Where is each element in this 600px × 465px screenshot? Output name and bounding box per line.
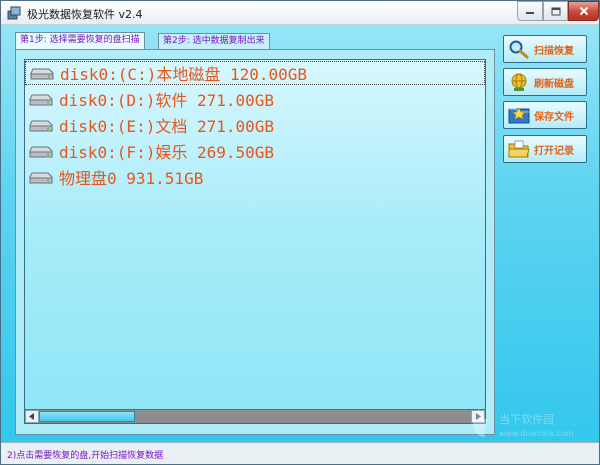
- save-folder-icon: [508, 107, 530, 124]
- list-item[interactable]: disk0:(F:)娱乐 269.50GB: [25, 138, 485, 164]
- save-file-button[interactable]: 保存文件: [503, 101, 587, 129]
- refresh-disk-button[interactable]: 刷新磁盘: [503, 68, 587, 96]
- tab-step-2[interactable]: 第2步: 选中数据复制出来: [158, 33, 270, 49]
- save-file-label: 保存文件: [534, 111, 574, 123]
- maximize-button[interactable]: [543, 1, 568, 21]
- disk-list[interactable]: disk0:(C:)本地磁盘 120.00GB disk0:(D:)软件 271…: [24, 59, 486, 424]
- open-log-button[interactable]: 打开记录: [503, 135, 587, 163]
- disk-label: disk0:(D:)软件 271.00GB: [59, 91, 275, 110]
- hard-drive-icon: [29, 94, 53, 106]
- refresh-globe-icon: [511, 73, 527, 91]
- hard-drive-icon: [29, 120, 53, 132]
- scan-recover-button[interactable]: 扫描恢复: [503, 35, 587, 63]
- magnifier-icon: [509, 40, 529, 59]
- disk-label: disk0:(E:)文档 271.00GB: [59, 117, 275, 136]
- tab-panel: disk0:(C:)本地磁盘 120.00GB disk0:(D:)软件 271…: [15, 49, 495, 435]
- close-button[interactable]: [568, 1, 599, 21]
- disk-label: 物理盘0 931.51GB: [59, 169, 204, 188]
- hard-drive-icon: [29, 172, 53, 184]
- scan-recover-label: 扫描恢复: [534, 45, 574, 57]
- status-bar: 2)点击需要恢复的盘,开始扫描恢复数据: [1, 442, 599, 464]
- minimize-icon: [526, 12, 534, 14]
- minimize-button[interactable]: [517, 1, 543, 21]
- hard-drive-icon: [29, 146, 53, 158]
- scrollbar-thumb[interactable]: [39, 411, 135, 422]
- svg-text:当下软件园: 当下软件园: [499, 412, 554, 426]
- list-item[interactable]: 物理盘0 931.51GB: [25, 164, 485, 190]
- disk-label: disk0:(C:)本地磁盘 120.00GB: [60, 65, 308, 84]
- watermark-logo: 当下软件园 www.downxia.com: [472, 409, 574, 438]
- list-item[interactable]: disk0:(D:)软件 271.00GB: [25, 86, 485, 112]
- open-log-label: 打开记录: [534, 145, 574, 157]
- status-text: 2)点击需要恢复的盘,开始扫描恢复数据: [7, 451, 164, 461]
- tab-step-1[interactable]: 第1步: 选择需要恢复的盘扫描: [15, 32, 145, 49]
- list-item[interactable]: disk0:(E:)文档 271.00GB: [25, 112, 485, 138]
- caret-left-icon: [29, 413, 34, 420]
- hard-drive-icon: [30, 68, 54, 80]
- disk-label: disk0:(F:)娱乐 269.50GB: [59, 143, 275, 162]
- title-bar[interactable]: 极光数据恢复软件 v2.4: [1, 1, 599, 25]
- svg-text:www.downxia.com: www.downxia.com: [499, 429, 574, 438]
- app-icon: [7, 6, 21, 20]
- close-icon: [579, 6, 588, 16]
- scroll-left-button[interactable]: [25, 410, 39, 423]
- open-folder-icon: [508, 140, 530, 158]
- list-item[interactable]: disk0:(C:)本地磁盘 120.00GB: [25, 61, 485, 85]
- window-title: 极光数据恢复软件 v2.4: [27, 8, 143, 21]
- app-window: 极光数据恢复软件 v2.4 第1步: 选择需要恢复的盘扫描 第2步: 选中数据复…: [0, 0, 600, 465]
- refresh-disk-label: 刷新磁盘: [534, 78, 574, 90]
- horizontal-scrollbar[interactable]: [25, 409, 485, 423]
- maximize-icon: [551, 7, 560, 15]
